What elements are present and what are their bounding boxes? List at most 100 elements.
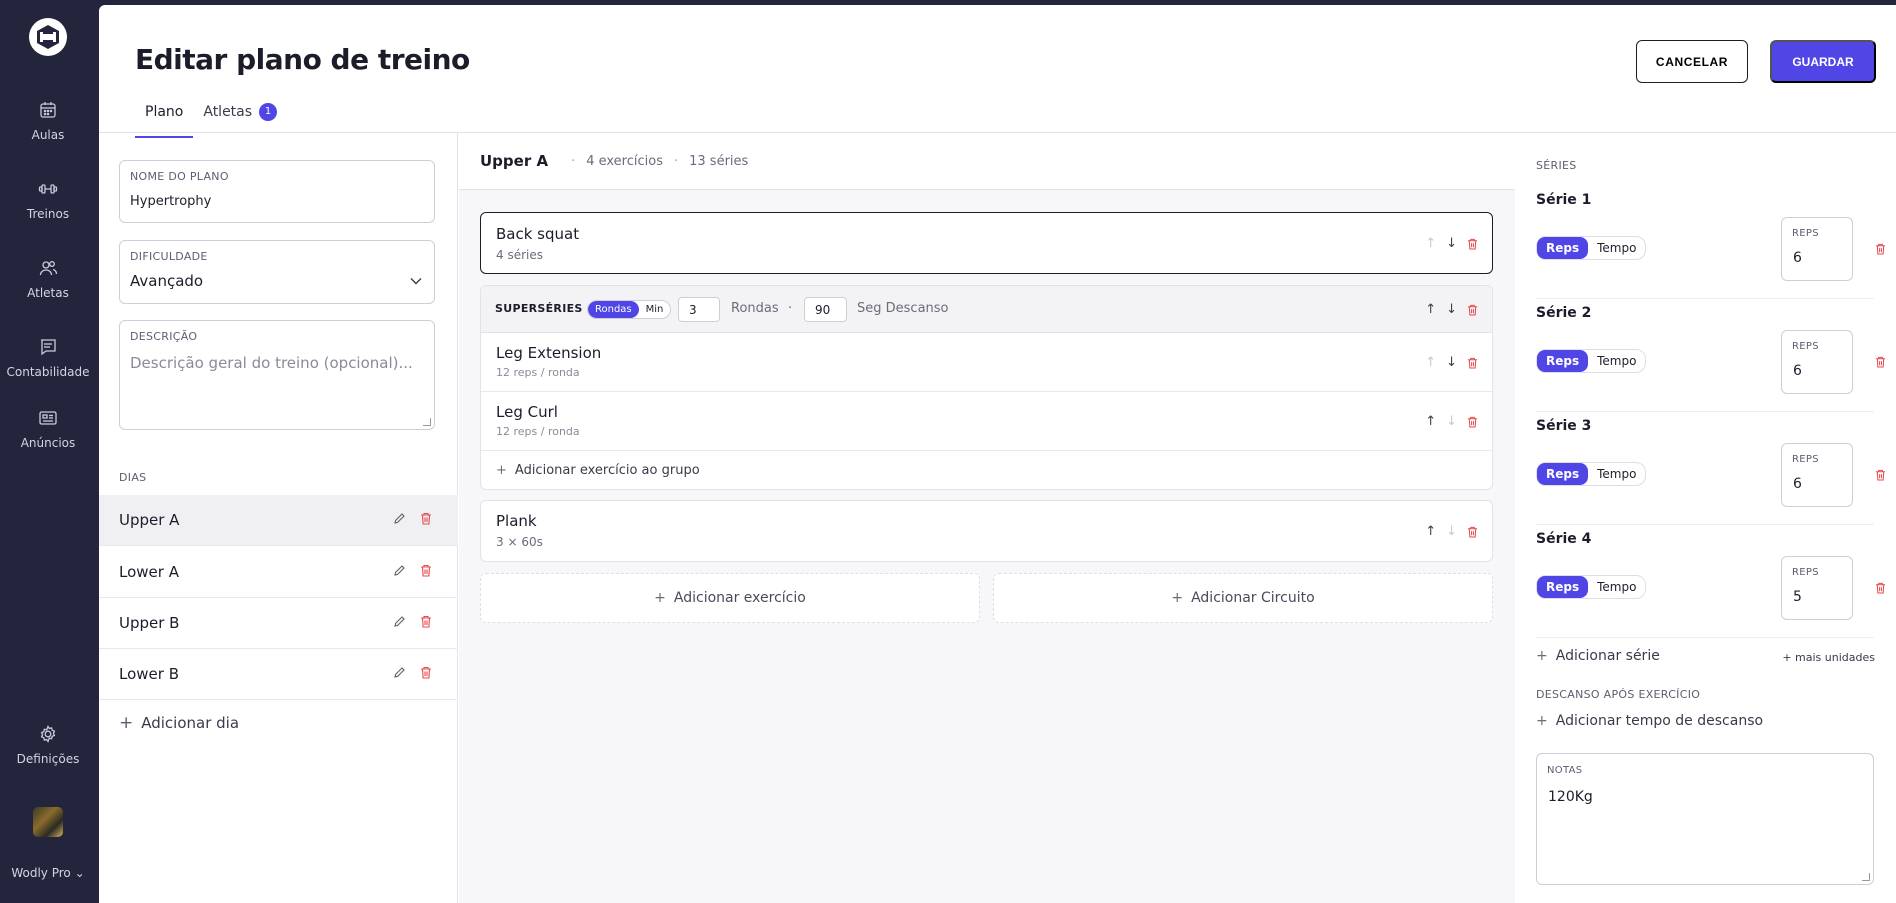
reps-time-toggle[interactable]: Reps Tempo [1536, 236, 1647, 260]
brand-menu[interactable]: Wodly Pro ⌄ [0, 866, 96, 880]
trash-icon[interactable] [420, 512, 432, 525]
series-panel: SÉRIES Série 1 Reps Tempo REPS 6 Série 2… [1516, 133, 1896, 903]
exercise-name: Plank [496, 512, 537, 530]
add-day-label: Adicionar dia [141, 714, 240, 732]
edit-icon[interactable] [393, 564, 406, 577]
description-field[interactable]: DESCRIÇÃO Descrição geral do treino (opc… [119, 320, 435, 430]
reps-input[interactable]: REPS 6 [1781, 443, 1853, 507]
notes-field[interactable]: NOTAS 120Kg [1536, 753, 1874, 885]
toggle-reps[interactable]: Reps [1537, 237, 1589, 259]
toggle-reps[interactable]: Reps [1537, 463, 1589, 485]
more-units-button[interactable]: + mais unidades [1782, 651, 1875, 664]
toggle-time[interactable]: Tempo [1588, 576, 1645, 598]
add-circuit-label: Adicionar Circuito [1191, 590, 1315, 606]
reps-input[interactable]: REPS 5 [1781, 556, 1853, 620]
reps-input[interactable]: REPS 6 [1781, 330, 1853, 394]
trash-icon[interactable] [1875, 243, 1886, 255]
trash-icon[interactable] [1467, 238, 1478, 250]
newspaper-icon [39, 411, 57, 425]
superset-mode-toggle[interactable]: Rondas Min [587, 300, 672, 319]
avatar[interactable] [33, 807, 63, 837]
nav-item-definicoes[interactable]: Definições [0, 724, 96, 766]
trash-icon[interactable] [1467, 416, 1478, 428]
reps-input[interactable]: REPS 6 [1781, 217, 1853, 281]
reps-label: REPS [1792, 228, 1819, 239]
edit-icon[interactable] [393, 512, 406, 525]
trash-icon[interactable] [1467, 526, 1478, 538]
arrow-up-icon[interactable]: ↑ [1425, 356, 1436, 369]
superset-exercise[interactable]: Leg Curl 12 reps / ronda ↑ ↓ [481, 393, 1492, 451]
arrow-up-icon[interactable]: ↑ [1425, 303, 1436, 316]
arrow-up-icon[interactable]: ↑ [1425, 415, 1436, 428]
nav-item-anuncios[interactable]: Anúncios [0, 408, 96, 450]
reps-time-toggle[interactable]: Reps Tempo [1536, 349, 1647, 373]
toggle-reps[interactable]: Reps [1537, 350, 1589, 372]
nav-label: Atletas [27, 286, 69, 300]
difficulty-select[interactable]: DIFICULDADE Avançado [119, 240, 435, 304]
trash-icon[interactable] [1875, 582, 1886, 594]
nav-item-contabilidade[interactable]: Contabilidade [0, 337, 96, 379]
arrow-down-icon[interactable]: ↓ [1446, 303, 1457, 316]
rest-input[interactable]: 90 [804, 297, 847, 322]
day-item[interactable]: Upper A [99, 495, 458, 546]
trash-icon[interactable] [420, 615, 432, 628]
page-title: Editar plano de treino [135, 43, 470, 76]
toggle-time[interactable]: Tempo [1588, 463, 1645, 485]
add-series-button[interactable]: + Adicionar série [1536, 648, 1660, 664]
exercise-sub: 3 × 60s [496, 535, 543, 549]
edit-icon[interactable] [393, 615, 406, 628]
edit-icon[interactable] [393, 666, 406, 679]
trash-icon[interactable] [1875, 469, 1886, 481]
trash-icon[interactable] [1467, 357, 1478, 369]
add-rest-button[interactable]: + Adicionar tempo de descanso [1536, 713, 1763, 729]
add-circuit-button[interactable]: + Adicionar Circuito [993, 573, 1493, 623]
rounds-input[interactable]: 3 [678, 297, 720, 322]
mode-rounds[interactable]: Rondas [588, 301, 639, 318]
save-button[interactable]: GUARDAR [1770, 40, 1876, 83]
arrow-down-icon[interactable]: ↓ [1446, 237, 1457, 250]
arrow-down-icon[interactable]: ↓ [1446, 525, 1457, 538]
resize-handle[interactable] [1862, 873, 1870, 881]
mode-min[interactable]: Min [639, 301, 671, 318]
exercise-card[interactable]: Back squat 4 séries ↑ ↓ [480, 212, 1493, 274]
plus-icon: + [496, 463, 507, 478]
reps-value: 6 [1793, 363, 1802, 379]
trash-icon[interactable] [1875, 356, 1886, 368]
arrow-down-icon[interactable]: ↓ [1446, 415, 1457, 428]
plus-icon: + [1536, 648, 1548, 664]
divider [1536, 637, 1874, 638]
series-label: SÉRIES [1536, 159, 1577, 172]
reps-time-toggle[interactable]: Reps Tempo [1536, 462, 1647, 486]
plan-name-field[interactable]: NOME DO PLANO Hypertrophy [119, 160, 435, 223]
add-exercise-button[interactable]: + Adicionar exercício [480, 573, 980, 623]
exercise-list: Upper A · 4 exercícios · 13 séries Back … [459, 133, 1515, 903]
superset-exercise[interactable]: Leg Extension 12 reps / ronda ↑ ↓ [481, 334, 1492, 392]
trash-icon[interactable] [1467, 304, 1478, 316]
trash-icon[interactable] [420, 564, 432, 577]
sidebar: Aulas Treinos Atletas Contabilidade Anún… [0, 0, 96, 903]
day-item[interactable]: Lower B [99, 649, 458, 700]
toggle-reps[interactable]: Reps [1537, 576, 1589, 598]
toggle-time[interactable]: Tempo [1588, 237, 1645, 259]
divider [1536, 411, 1874, 412]
exercise-card[interactable]: Plank 3 × 60s ↑ ↓ [480, 500, 1493, 562]
trash-icon[interactable] [420, 666, 432, 679]
arrow-up-icon[interactable]: ↑ [1425, 237, 1436, 250]
nav-item-aulas[interactable]: Aulas [0, 100, 96, 142]
arrow-down-icon[interactable]: ↓ [1446, 356, 1457, 369]
day-item[interactable]: Lower A [99, 547, 458, 598]
message-icon [41, 339, 56, 356]
reps-time-toggle[interactable]: Reps Tempo [1536, 575, 1647, 599]
field-label: DESCRIÇÃO [130, 330, 198, 343]
toggle-time[interactable]: Tempo [1588, 350, 1645, 372]
day-item[interactable]: Upper B [99, 598, 458, 649]
add-day-button[interactable]: + Adicionar dia [119, 713, 239, 733]
logo[interactable] [29, 18, 67, 56]
cancel-button[interactable]: CANCELAR [1636, 40, 1748, 83]
nav-item-treinos[interactable]: Treinos [0, 179, 96, 221]
add-to-group-button[interactable]: + Adicionar exercício ao grupo [496, 463, 700, 478]
main-panel: Editar plano de treino CANCELAR GUARDAR … [99, 5, 1896, 903]
nav-item-atletas[interactable]: Atletas [0, 258, 96, 300]
arrow-up-icon[interactable]: ↑ [1425, 525, 1436, 538]
resize-handle[interactable] [423, 418, 431, 426]
